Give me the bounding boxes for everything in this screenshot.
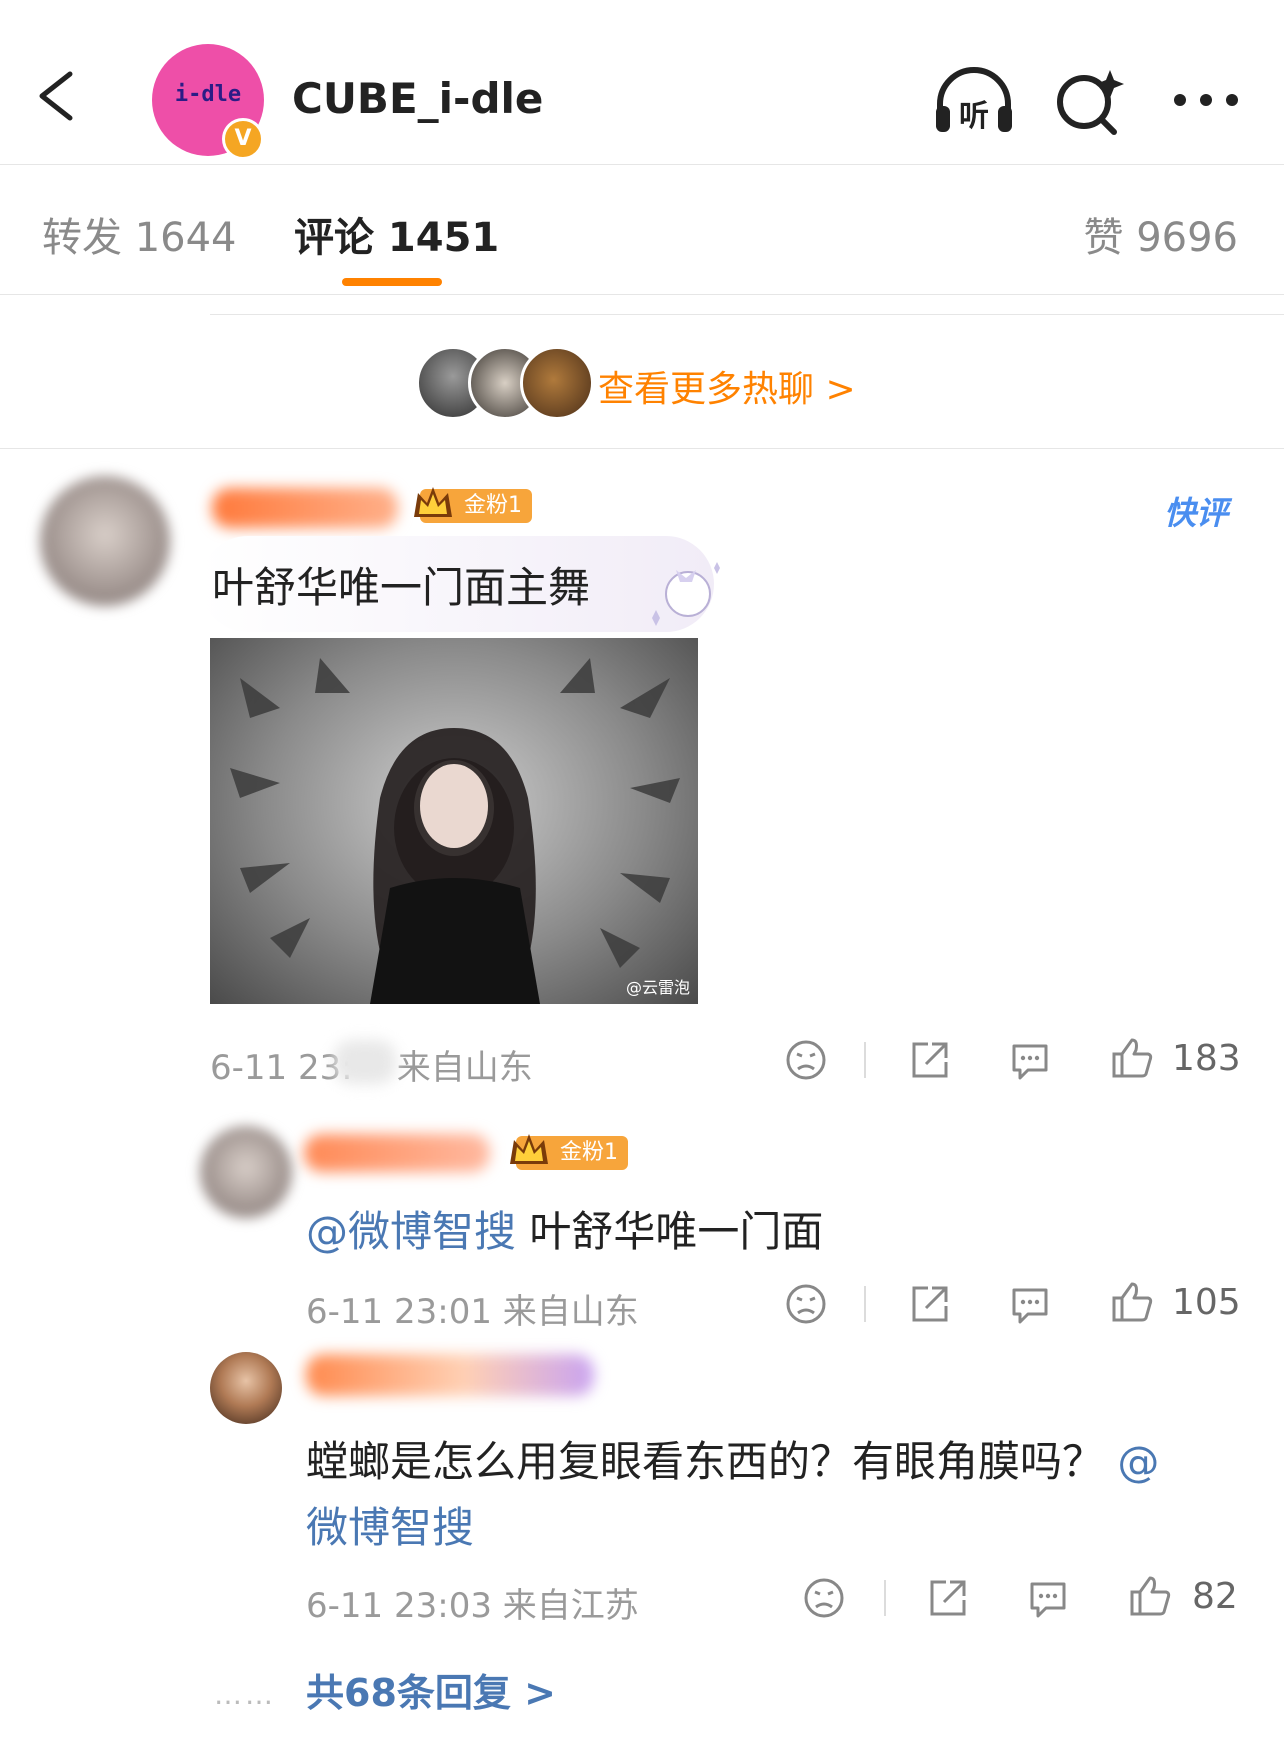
comment1-time-blur — [334, 1040, 396, 1084]
active-tab-indicator — [342, 278, 442, 286]
quick-comment-label[interactable]: 快评 — [1164, 488, 1228, 534]
share-icon[interactable] — [908, 1282, 952, 1326]
share-icon[interactable] — [908, 1038, 952, 1082]
reply-icon[interactable] — [1008, 1038, 1052, 1082]
tab-repost[interactable]: 转发 1644 — [42, 205, 237, 263]
comment1-username[interactable] — [212, 488, 398, 528]
reply1-avatar[interactable] — [200, 1126, 292, 1218]
photo-watermark: @云雷泡 — [625, 978, 690, 997]
action-separator — [864, 1042, 866, 1078]
bubble-decoration-icon — [652, 562, 720, 626]
comment1-like-count: 183 — [1172, 1038, 1241, 1079]
crown-icon — [414, 487, 452, 517]
replies-dots: …… — [214, 1678, 276, 1711]
reply-icon[interactable] — [1026, 1576, 1070, 1620]
comment1-avatar[interactable] — [40, 476, 170, 606]
badge-label: 金粉1 — [560, 1140, 618, 1165]
reply2-time: 6-11 23:03 来自江苏 — [306, 1586, 639, 1626]
reply2-like-count: 82 — [1192, 1576, 1238, 1617]
more-icon[interactable] — [1164, 62, 1248, 138]
share-icon[interactable] — [926, 1576, 970, 1620]
reply1-fan-badge: 金粉1 — [510, 1134, 628, 1170]
reply2-username[interactable] — [306, 1354, 594, 1396]
crown-icon — [510, 1134, 548, 1164]
mention-link[interactable]: @微博智搜 — [306, 1207, 516, 1256]
tab-like[interactable]: 赞 9696 — [1083, 205, 1238, 263]
reply2-mention[interactable]: 微博智搜 — [306, 1494, 474, 1555]
verified-badge: V — [222, 118, 264, 160]
comment1-photo[interactable]: @云雷泡 — [210, 638, 698, 1004]
reply2-text-line1: 螳螂是怎么用复眼看东西的？有眼角膜吗？ @ — [306, 1437, 1160, 1486]
reply1-like-count: 105 — [1172, 1282, 1241, 1323]
comment1-text: 叶舒华唯一门面主舞 — [212, 563, 591, 612]
badge-label: 金粉1 — [464, 493, 522, 518]
reply1-text: @微博智搜 叶舒华唯一门面 — [306, 1207, 824, 1256]
tab-comment[interactable]: 评论 1451 — [294, 205, 499, 263]
dislike-icon[interactable] — [784, 1038, 828, 1082]
tabs-divider — [0, 294, 1284, 295]
header-divider — [0, 164, 1284, 165]
view-replies-link[interactable]: 共68条回复 > — [306, 1662, 556, 1717]
reply2-avatar[interactable] — [210, 1352, 282, 1424]
comment1-fan-badge: 金粉1 — [414, 487, 532, 523]
search-spark-icon[interactable] — [1048, 62, 1132, 138]
more-hot-chat-link[interactable]: 查看更多热聊 > — [598, 360, 856, 412]
action-separator — [884, 1580, 886, 1616]
photo-spikes — [230, 658, 680, 1004]
dislike-icon[interactable] — [802, 1576, 846, 1620]
svg-text:听: 听 — [959, 99, 989, 134]
hot-bottom-divider — [0, 448, 1284, 449]
action-separator — [864, 1286, 866, 1322]
reply-icon[interactable] — [1008, 1282, 1052, 1326]
like-icon[interactable] — [1110, 1280, 1154, 1324]
mention-link[interactable]: @ — [1117, 1437, 1159, 1486]
reply1-username[interactable] — [304, 1134, 490, 1172]
back-icon[interactable] — [30, 66, 90, 126]
reply1-time: 6-11 23:01 来自山东 — [306, 1292, 639, 1332]
dislike-icon[interactable] — [784, 1282, 828, 1326]
hot-avatar-3 — [520, 346, 594, 420]
like-icon[interactable] — [1128, 1574, 1172, 1618]
hot-top-divider — [210, 314, 1284, 315]
like-icon[interactable] — [1110, 1036, 1154, 1080]
listen-icon[interactable]: 听 — [932, 62, 1016, 138]
avatar-logo: i-dle — [174, 82, 242, 107]
account-name[interactable]: CUBE_i-dle — [292, 74, 543, 123]
